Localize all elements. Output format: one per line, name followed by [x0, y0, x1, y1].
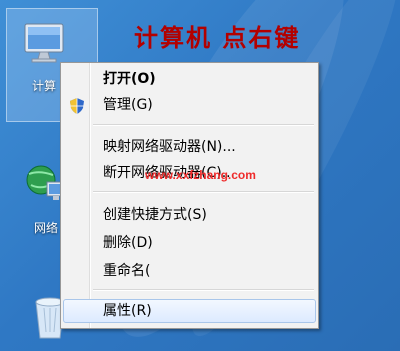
menu-item-label: 打开(O) — [103, 71, 156, 87]
menu-item-label: 属性(R) — [103, 303, 152, 319]
menu-item-label: 重命名( — [103, 263, 151, 279]
menu-item-manage[interactable]: 管理(G) — [63, 93, 316, 117]
menu-item-open[interactable]: 打开(O) — [63, 67, 316, 91]
menu-item-rename[interactable]: 重命名( — [63, 259, 316, 283]
menu-item-create-shortcut[interactable]: 创建快捷方式(S) — [63, 203, 316, 227]
menu-separator — [93, 289, 314, 290]
menu-item-label: 管理(G) — [103, 97, 153, 113]
shield-icon — [70, 98, 84, 114]
menu-separator — [93, 191, 314, 192]
menu-item-properties[interactable]: 属性(R) — [63, 299, 316, 323]
menu-item-map-drive[interactable]: 映射网络驱动器(N)... — [63, 135, 316, 159]
context-menu: 打开(O) 管理(G) 映射网络驱动器(N)... 断开网络驱动器(C)... … — [60, 62, 319, 329]
menu-separator — [93, 124, 314, 125]
menu-item-delete[interactable]: 删除(D) — [63, 231, 316, 255]
desktop: 计算机 点右键 计算 网络 打开(O) 管理(G) 映射网络驱动器(N)... … — [0, 0, 400, 351]
menu-item-label: 创建快捷方式(S) — [103, 207, 207, 223]
site-watermark: www.xxfzhang.com — [145, 168, 256, 182]
annotation-caption: 计算机 点右键 — [134, 24, 301, 52]
menu-item-label: 映射网络驱动器(N)... — [103, 139, 236, 155]
menu-item-label: 删除(D) — [103, 235, 153, 251]
